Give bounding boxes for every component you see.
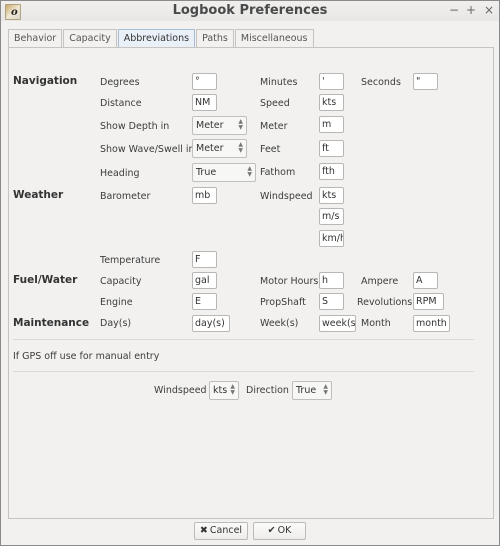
revolutions-label: Revolutions xyxy=(357,297,413,308)
tab-bar: Behavior Capacity Abbreviations Paths Mi… xyxy=(8,29,315,48)
propshaft-label: PropShaft xyxy=(260,297,306,308)
separator xyxy=(13,371,474,372)
weeks-label: Week(s) xyxy=(260,318,299,329)
speed-input[interactable]: kts xyxy=(319,94,344,111)
weeks-input[interactable]: week(s) xyxy=(319,315,356,332)
title-bar: o Logbook Preferences − + × xyxy=(1,1,499,21)
degrees-label: Degrees xyxy=(100,77,140,88)
gps-windspeed-value: kts xyxy=(213,385,228,396)
spinner-arrows-icon: ▲ ▼ xyxy=(230,383,235,396)
weather-heading: Weather xyxy=(13,189,64,201)
show-depth-value: Meter xyxy=(196,120,224,131)
fuel-water-heading: Fuel/Water xyxy=(13,274,78,286)
seconds-input[interactable]: " xyxy=(413,73,438,90)
cancel-icon: ✖ xyxy=(199,525,208,536)
close-icon[interactable]: × xyxy=(484,3,494,17)
cancel-label: Cancel xyxy=(209,525,243,536)
engine-input[interactable]: E xyxy=(192,293,217,310)
gps-direction-spinner[interactable]: True ▲ ▼ xyxy=(292,381,332,400)
degrees-input[interactable]: ° xyxy=(192,73,217,90)
fathom-label: Fathom xyxy=(260,167,296,178)
ok-button[interactable]: ✔ OK xyxy=(253,522,306,540)
days-input[interactable]: day(s) xyxy=(192,315,230,332)
window-title: Logbook Preferences xyxy=(172,3,328,18)
spinner-arrows-icon: ▲ ▼ xyxy=(247,165,252,178)
distance-input[interactable]: NM xyxy=(192,94,217,111)
revolutions-input[interactable]: RPM xyxy=(413,293,444,310)
preferences-window: o Logbook Preferences − + × Behavior Cap… xyxy=(0,0,500,546)
month-input[interactable]: month xyxy=(413,315,450,332)
spinner-arrows-icon: ▲ ▼ xyxy=(323,383,328,396)
tab-paths[interactable]: Paths xyxy=(196,29,234,48)
speed-label: Speed xyxy=(260,98,290,109)
barometer-input[interactable]: mb xyxy=(192,187,217,204)
fathom-input[interactable]: fth xyxy=(319,163,344,180)
minutes-input[interactable]: ' xyxy=(319,73,344,90)
month-label: Month xyxy=(361,318,391,329)
seconds-label: Seconds xyxy=(361,77,401,88)
gps-windspeed-label: Windspeed xyxy=(154,385,207,396)
meter-input[interactable]: m xyxy=(319,116,344,133)
tab-abbreviations[interactable]: Abbreviations xyxy=(117,29,196,48)
cancel-button[interactable]: ✖ Cancel xyxy=(194,522,248,540)
minimize-icon[interactable]: − xyxy=(449,3,459,17)
show-depth-spinner[interactable]: Meter ▲ ▼ xyxy=(192,116,247,135)
capacity-label: Capacity xyxy=(100,276,142,287)
show-depth-label: Show Depth in xyxy=(100,121,170,132)
ok-icon: ✔ xyxy=(267,525,276,536)
gps-windspeed-spinner[interactable]: kts ▲ ▼ xyxy=(209,381,239,400)
propshaft-input[interactable]: S xyxy=(319,293,344,310)
spinner-arrows-icon: ▲ ▼ xyxy=(238,118,243,131)
tab-capacity[interactable]: Capacity xyxy=(63,29,117,48)
tab-behavior[interactable]: Behavior xyxy=(8,29,63,48)
heading-spinner[interactable]: True ▲ ▼ xyxy=(192,163,256,182)
windspeed-ms-input[interactable]: m/s xyxy=(319,208,344,225)
ampere-label: Ampere xyxy=(361,276,399,287)
days-label: Day(s) xyxy=(100,318,132,329)
minutes-label: Minutes xyxy=(260,77,298,88)
windspeed-label: Windspeed xyxy=(260,191,313,202)
abbreviations-panel: Navigation Degrees ° Minutes ' Seconds "… xyxy=(8,47,494,519)
gps-direction-label: Direction xyxy=(246,385,289,396)
show-wave-label: Show Wave/Swell in xyxy=(100,144,195,155)
capacity-input[interactable]: gal xyxy=(192,272,217,289)
meter-label: Meter xyxy=(260,121,288,132)
temperature-label: Temperature xyxy=(100,255,161,266)
feet-input[interactable]: ft xyxy=(319,140,344,157)
temperature-input[interactable]: F xyxy=(192,251,217,268)
separator xyxy=(13,339,474,340)
distance-label: Distance xyxy=(100,98,142,109)
gps-direction-value: True xyxy=(296,385,317,396)
show-wave-spinner[interactable]: Meter ▲ ▼ xyxy=(192,139,247,158)
gps-note: If GPS off use for manual entry xyxy=(13,351,160,362)
heading-value: True xyxy=(196,167,217,178)
windspeed-kmh-input[interactable]: km/h xyxy=(319,230,344,247)
heading-label: Heading xyxy=(100,168,140,179)
motor-hours-input[interactable]: h xyxy=(319,272,344,289)
spinner-arrows-icon: ▲ ▼ xyxy=(238,141,243,154)
ok-label: OK xyxy=(277,525,292,536)
windspeed-kts-input[interactable]: kts xyxy=(319,187,344,204)
maximize-icon[interactable]: + xyxy=(466,3,476,17)
motor-hours-label: Motor Hours xyxy=(260,276,319,287)
tab-miscellaneous[interactable]: Miscellaneous xyxy=(234,29,314,48)
navigation-heading: Navigation xyxy=(13,75,78,87)
barometer-label: Barometer xyxy=(100,191,151,202)
ampere-input[interactable]: A xyxy=(413,272,438,289)
feet-label: Feet xyxy=(260,144,281,155)
maintenance-heading: Maintenance xyxy=(13,317,90,329)
show-wave-value: Meter xyxy=(196,143,224,154)
engine-label: Engine xyxy=(100,297,133,308)
